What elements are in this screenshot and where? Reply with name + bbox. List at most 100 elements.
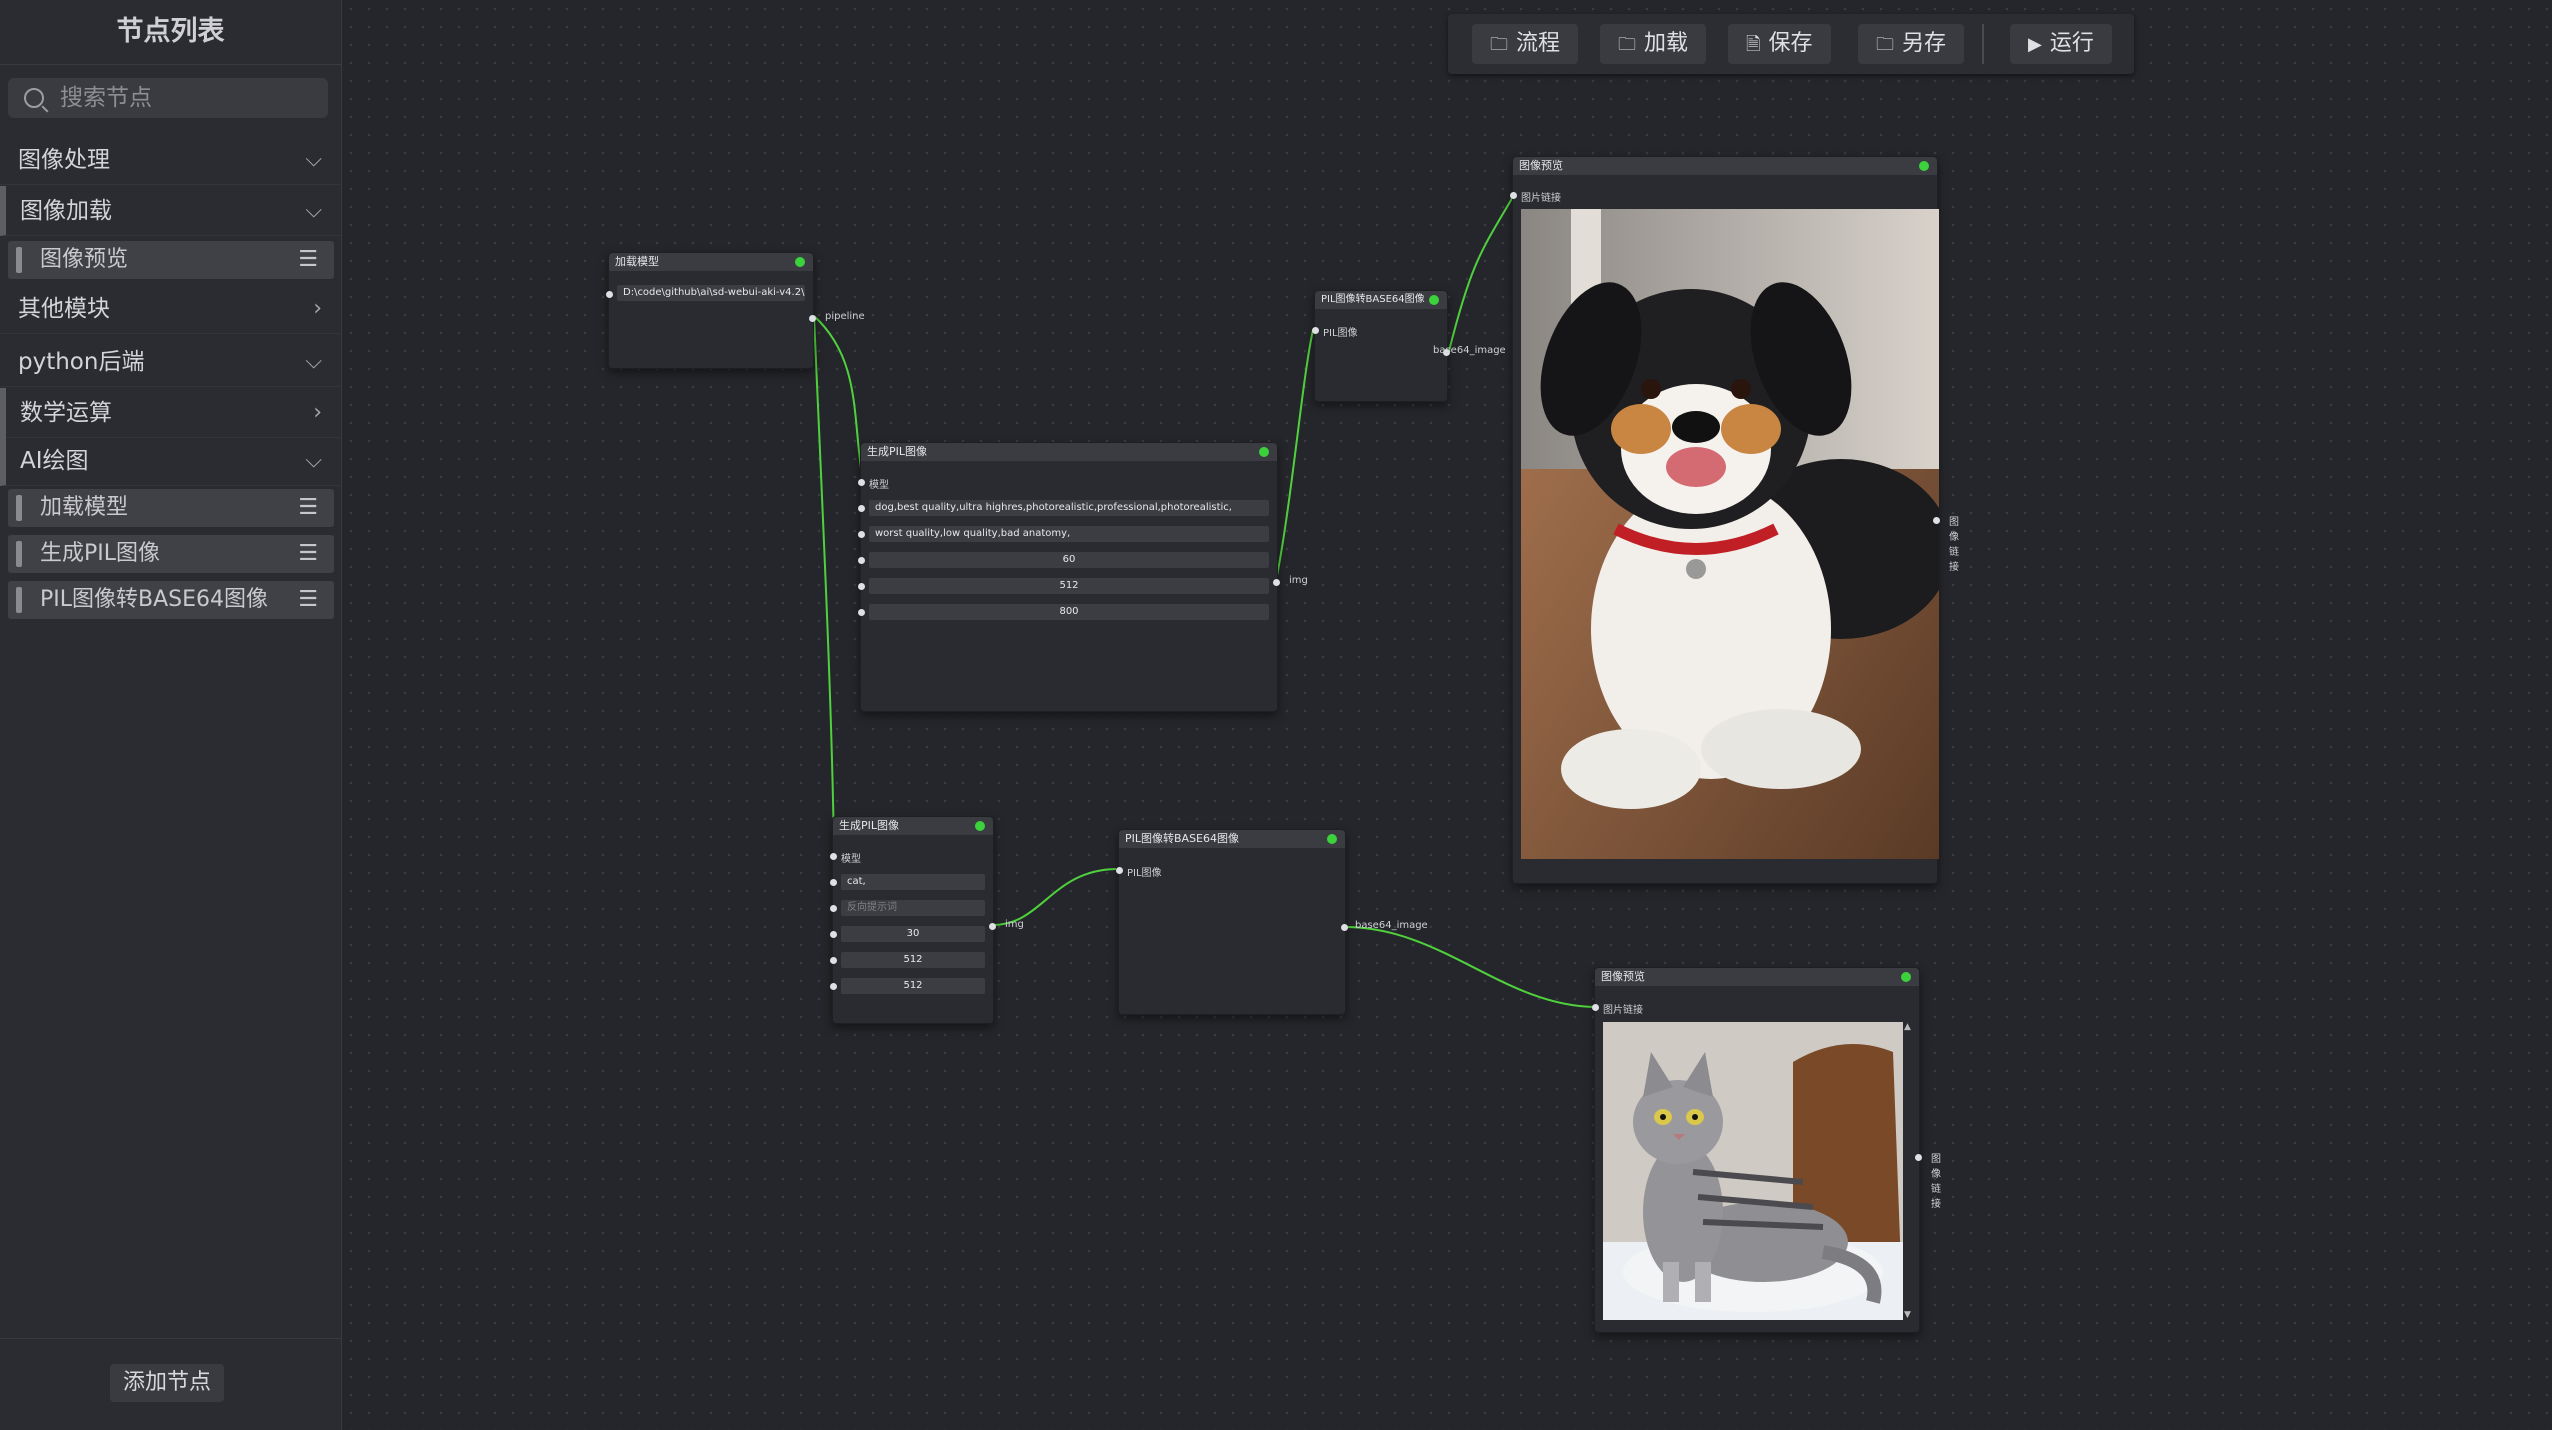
negative-prompt-field[interactable]: worst quality,low quality,bad anatomy, [869,526,1269,542]
status-dot [1259,447,1269,457]
scroll-down-icon[interactable]: ▼ [1904,1310,1911,1320]
output-port-img[interactable] [1273,579,1280,586]
category-image-loading[interactable]: 图像加载 ⌵ [0,186,340,236]
height-field[interactable]: 800 [869,604,1269,620]
node-pil-to-base64-1[interactable]: PIL图像转BASE64图像 PIL图像 base64_image [1312,290,1506,402]
menu-icon: ☰ [298,247,318,272]
category-label: 其他模块 [18,296,110,322]
node-image-preview-cat[interactable]: 图像预览 图片链接 ▲ ▼ 图像链接 [1592,967,1941,1333]
node-title: 图像预览 [1595,968,1919,986]
input-port-pil[interactable] [1312,327,1319,334]
chevron-right-icon: › [313,400,322,425]
node-title-text: 图像预览 [1601,970,1645,983]
node-title: 图像预览 [1513,157,1937,175]
dog-illustration [1521,209,1939,859]
sidebar-title: 节点列表 [0,0,341,65]
input-port-model[interactable] [858,479,865,486]
input-port-model[interactable] [830,853,837,860]
node-generate-pil-cat[interactable]: 生成PIL图像 模型 cat, 反向提示词 30 512 512 img [830,816,1024,1024]
chevron-right-icon: › [313,296,322,321]
scroll-up-icon[interactable]: ▲ [1904,1022,1911,1032]
input-port[interactable] [830,931,837,938]
input-port[interactable] [830,983,837,990]
add-node-button[interactable]: 添加节点 [110,1364,224,1402]
width-field[interactable]: 512 [869,578,1269,594]
sidebar-item-image-preview[interactable]: 图像预览 ☰ [8,241,334,279]
output-port-base64[interactable] [1341,924,1348,931]
node-title-text: 生成PIL图像 [839,819,900,832]
chevron-down-icon: ⌵ [305,448,322,473]
menu-icon: ☰ [298,587,318,612]
output-port-image-link[interactable] [1933,517,1940,524]
steps-field[interactable]: 60 [869,552,1269,568]
steps-field[interactable]: 30 [841,926,985,942]
search-icon [24,88,44,108]
wire-b64-2-to-preview2 [1344,926,1595,1008]
height-field[interactable]: 512 [841,978,985,994]
status-dot [1901,972,1911,982]
search-placeholder: 搜索节点 [60,85,152,111]
node-title: 生成PIL图像 [861,443,1277,461]
input-port[interactable] [830,957,837,964]
width-field[interactable]: 512 [841,952,985,968]
output-label: 图像链接 [1931,1154,1941,1210]
input-port[interactable] [858,531,865,538]
input-port-pil[interactable] [1116,867,1123,874]
input-port[interactable] [606,291,613,298]
input-port[interactable] [858,505,865,512]
input-port[interactable] [858,583,865,590]
input-port-image-link[interactable] [1510,192,1517,199]
input-port[interactable] [858,609,865,616]
sidebar-item-label: 加载模型 [40,495,129,520]
sidebar-item-generate-pil[interactable]: 生成PIL图像 ☰ [8,535,334,573]
node-title-text: 图像预览 [1519,159,1563,172]
divider [0,1338,342,1339]
status-dot [795,257,805,267]
output-port-image-link[interactable] [1915,1154,1922,1161]
category-other-modules[interactable]: 其他模块 › [0,284,340,334]
input-port[interactable] [858,557,865,564]
category-python-backend[interactable]: python后端 ⌵ [0,337,340,387]
output-label: 图像链接 [1949,517,1959,573]
cat-image [1603,1022,1903,1320]
input-port[interactable] [830,879,837,886]
status-dot [1429,295,1439,305]
node-image-preview-dog[interactable]: 图像预览 图片链接 图像链接 [1510,156,1959,884]
output-label: img [1289,575,1308,586]
node-title: PIL图像转BASE64图像 [1315,291,1447,309]
node-title-text: 加载模型 [615,255,659,268]
node-title: 加载模型 [609,253,813,271]
sidebar-item-load-model[interactable]: 加载模型 ☰ [8,489,334,527]
category-math[interactable]: 数学运算 › [0,388,340,438]
prompt-field[interactable]: cat, [841,874,985,890]
sidebar-item-pil-to-base64[interactable]: PIL图像转BASE64图像 ☰ [8,581,334,619]
node-pil-to-base64-2[interactable]: PIL图像转BASE64图像 PIL图像 base64_image [1116,829,1428,1015]
category-image-processing[interactable]: 图像处理 ⌵ [0,135,340,185]
chevron-down-icon: ⌵ [305,147,322,172]
node-title-text: PIL图像转BASE64图像 [1321,294,1425,305]
node-load-model[interactable]: 加载模型 D:\code\github\ai\sd-webui-aki-v4.2… [606,252,865,369]
output-port-pipeline[interactable] [809,315,816,322]
node-title-text: PIL图像转BASE64图像 [1125,832,1240,845]
category-label: 图像处理 [18,147,110,173]
input-port[interactable] [830,905,837,912]
sidebar-item-label: 图像预览 [40,247,129,272]
image-scrollbar[interactable]: ▲ ▼ [1903,1022,1913,1320]
input-label: PIL图像 [1127,868,1162,879]
wire-gen1-to-b64-1 [1275,329,1314,582]
model-path-field[interactable]: D:\code\github\ai\sd-webui-aki-v4.2\n [617,285,805,301]
status-dot [1327,834,1337,844]
category-ai-drawing[interactable]: AI绘图 ⌵ [0,436,340,486]
node-canvas[interactable]: 🗀 流程 🗀 加载 🗎 保存 🗀 另存 ▶ 运行 加载模型 D:\code\gith [342,0,2552,1430]
wire-pipeline-to-gen2 [813,315,835,856]
category-label: AI绘图 [20,448,89,474]
prompt-field[interactable]: dog,best quality,ultra highres,photoreal… [869,500,1269,516]
input-label: 图片链接 [1603,1005,1643,1016]
negative-prompt-field[interactable]: 反向提示词 [841,900,985,916]
menu-icon: ☰ [298,541,318,566]
input-port-image-link[interactable] [1592,1004,1599,1011]
input-label: PIL图像 [1323,328,1358,339]
output-port-img[interactable] [989,923,996,930]
node-generate-pil-dog[interactable]: 生成PIL图像 模型 dog,best quality,ultra highre… [858,442,1308,712]
search-input[interactable]: 搜索节点 [8,78,328,118]
